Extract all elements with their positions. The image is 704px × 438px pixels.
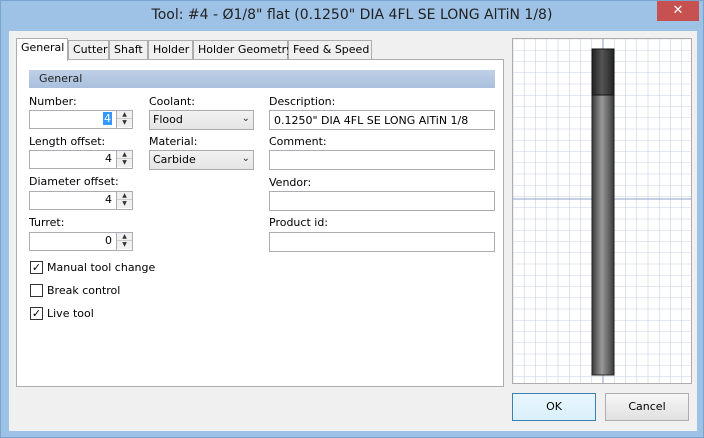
- length-offset-label: Length offset:: [29, 135, 106, 148]
- section-header: General: [29, 70, 495, 88]
- length-offset-spin-buttons: ▲ ▼: [116, 151, 132, 168]
- window-title: Tool: #4 - Ø1/8" flat (0.1250" DIA 4FL S…: [151, 7, 553, 23]
- length-offset-stepper[interactable]: 4 ▲ ▼: [29, 150, 133, 169]
- cancel-button[interactable]: Cancel: [605, 393, 689, 421]
- turret-stepper[interactable]: 0 ▲ ▼: [29, 232, 133, 251]
- tab-holder-geometry[interactable]: Holder Geometry: [193, 40, 293, 60]
- checkbox-empty-icon[interactable]: [30, 284, 43, 297]
- vendor-field[interactable]: [269, 191, 495, 211]
- spin-down-icon[interactable]: ▼: [117, 119, 132, 127]
- dialog-body: General Cutter Shaft Holder Holder Geome…: [9, 31, 697, 431]
- live-tool-label: Live tool: [47, 307, 94, 320]
- product-id-field[interactable]: [269, 232, 495, 252]
- comment-label: Comment:: [269, 135, 327, 148]
- tab-holder[interactable]: Holder: [148, 40, 193, 60]
- coolant-value: Flood: [153, 113, 183, 126]
- title-bar[interactable]: Tool: #4 - Ø1/8" flat (0.1250" DIA 4FL S…: [1, 1, 703, 31]
- description-value: 0.1250" DIA 4FL SE LONG AlTiN 1/8: [274, 114, 469, 127]
- number-spin-buttons: ▲ ▼: [116, 111, 132, 128]
- description-label: Description:: [269, 95, 336, 108]
- diameter-offset-stepper[interactable]: 4 ▲ ▼: [29, 191, 133, 210]
- chevron-down-icon[interactable]: ⌄: [242, 153, 250, 164]
- coolant-select[interactable]: Flood ⌄: [149, 110, 254, 130]
- material-select[interactable]: Carbide ⌄: [149, 150, 254, 170]
- diameter-offset-value[interactable]: 4: [105, 193, 112, 206]
- check-icon[interactable]: ✓: [30, 307, 43, 320]
- turret-label: Turret:: [29, 216, 65, 229]
- tool-preview: [512, 38, 692, 384]
- tool-dialog: Tool: #4 - Ø1/8" flat (0.1250" DIA 4FL S…: [0, 0, 704, 438]
- spin-up-icon[interactable]: ▲: [117, 111, 132, 119]
- coolant-label: Coolant:: [149, 95, 195, 108]
- number-value[interactable]: 4: [103, 112, 112, 125]
- spin-up-icon[interactable]: ▲: [117, 192, 132, 200]
- material-label: Material:: [149, 135, 198, 148]
- break-control-label: Break control: [47, 284, 121, 297]
- tool-cutter-tip: [591, 48, 615, 96]
- diameter-offset-spin-buttons: ▲ ▼: [116, 192, 132, 209]
- turret-value[interactable]: 0: [105, 234, 112, 247]
- number-stepper[interactable]: 4 ▲ ▼: [29, 110, 133, 129]
- close-button[interactable]: ✕: [657, 1, 699, 21]
- tool-shaft: [591, 48, 615, 376]
- number-label: Number:: [29, 95, 77, 108]
- spin-down-icon[interactable]: ▼: [117, 200, 132, 208]
- manual-tool-change-label: Manual tool change: [47, 261, 156, 274]
- material-value: Carbide: [153, 153, 196, 166]
- tool-preview-canvas: [513, 39, 691, 383]
- spin-up-icon[interactable]: ▲: [117, 151, 132, 159]
- description-field[interactable]: 0.1250" DIA 4FL SE LONG AlTiN 1/8: [269, 110, 495, 130]
- tab-cutter[interactable]: Cutter: [68, 40, 109, 60]
- spin-up-icon[interactable]: ▲: [117, 233, 132, 241]
- diameter-offset-label: Diameter offset:: [29, 175, 119, 188]
- product-id-label: Product id:: [269, 216, 329, 229]
- spin-down-icon[interactable]: ▼: [117, 241, 132, 249]
- length-offset-value[interactable]: 4: [105, 152, 112, 165]
- manual-tool-change-checkbox[interactable]: ✓ Manual tool change: [30, 261, 170, 275]
- general-tab-panel: General Number: 4 ▲ ▼ Length offset: 4 ▲…: [16, 59, 504, 387]
- ok-button[interactable]: OK: [512, 393, 596, 421]
- turret-spin-buttons: ▲ ▼: [116, 233, 132, 250]
- tab-shaft[interactable]: Shaft: [109, 40, 148, 60]
- spin-down-icon[interactable]: ▼: [117, 159, 132, 167]
- break-control-checkbox[interactable]: Break control: [30, 284, 170, 298]
- comment-field[interactable]: [269, 150, 495, 170]
- live-tool-checkbox[interactable]: ✓ Live tool: [30, 307, 170, 321]
- check-icon[interactable]: ✓: [30, 261, 43, 274]
- chevron-down-icon[interactable]: ⌄: [242, 113, 250, 124]
- vendor-label: Vendor:: [269, 176, 312, 189]
- tab-general[interactable]: General: [16, 38, 68, 61]
- tab-feed-speed[interactable]: Feed & Speed: [288, 40, 372, 60]
